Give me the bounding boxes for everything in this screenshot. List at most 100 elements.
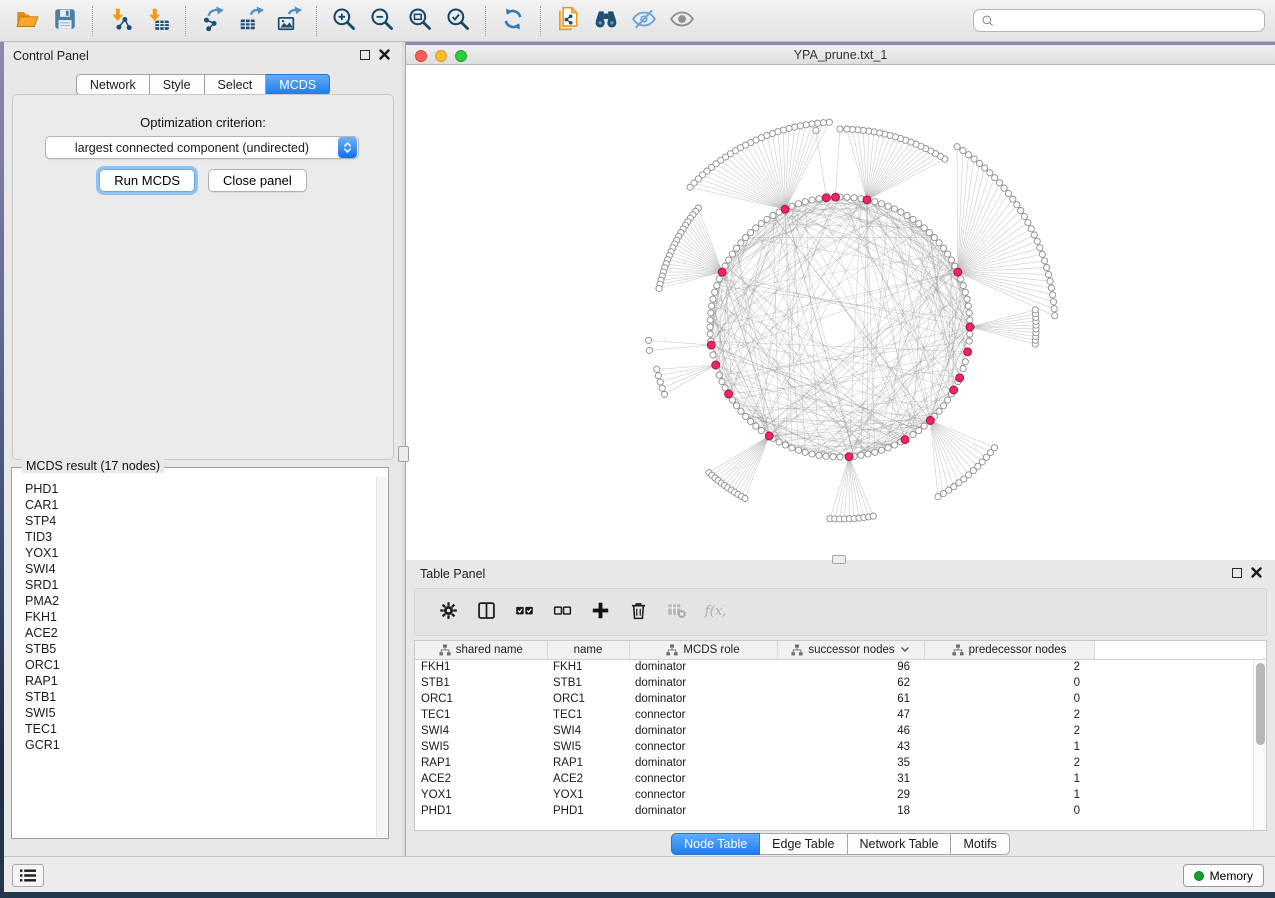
import-network-button[interactable]	[103, 4, 137, 38]
cell-predecessor-nodes[interactable]: 1	[924, 739, 1094, 755]
cell-successor-nodes[interactable]: 31	[777, 771, 924, 787]
table-row[interactable]: YOX1YOX1connector291	[415, 787, 1266, 803]
save-button[interactable]	[48, 4, 82, 38]
cell-predecessor-nodes[interactable]: 0	[924, 803, 1094, 819]
cell-successor-nodes[interactable]: 96	[777, 659, 924, 675]
cell-shared-name[interactable]: SWI5	[415, 739, 547, 755]
delete-row-button[interactable]	[623, 597, 653, 627]
cell-successor-nodes[interactable]: 61	[777, 691, 924, 707]
cell-MCDS-role[interactable]: dominator	[629, 755, 777, 771]
cell-shared-name[interactable]: FKH1	[415, 659, 547, 675]
table-row[interactable]: RAP1RAP1dominator352	[415, 755, 1266, 771]
cell-predecessor-nodes[interactable]: 1	[924, 771, 1094, 787]
cell-name[interactable]: ACE2	[547, 771, 629, 787]
gear-button[interactable]	[433, 597, 463, 627]
mcds-result-item[interactable]: ORC1	[25, 657, 376, 673]
cell-shared-name[interactable]: TEC1	[415, 707, 547, 723]
cell-name[interactable]: STB1	[547, 675, 629, 691]
share-document-button[interactable]	[551, 4, 585, 38]
mcds-result-item[interactable]: CAR1	[25, 497, 376, 513]
cell-MCDS-role[interactable]: connector	[629, 707, 777, 723]
memory-button[interactable]: Memory	[1183, 864, 1264, 887]
cell-shared-name[interactable]: YOX1	[415, 787, 547, 803]
mcds-result-item[interactable]: STP4	[25, 513, 376, 529]
tab-motifs[interactable]: Motifs	[951, 833, 1009, 855]
zoom-selected-button[interactable]	[441, 4, 475, 38]
cell-successor-nodes[interactable]: 62	[777, 675, 924, 691]
network-canvas[interactable]	[406, 65, 1275, 560]
cell-MCDS-role[interactable]: dominator	[629, 723, 777, 739]
float-table-panel-icon[interactable]	[1232, 568, 1242, 578]
column-header-successor-nodes[interactable]: successor nodes	[777, 641, 924, 659]
cell-name[interactable]: SWI5	[547, 739, 629, 755]
cell-successor-nodes[interactable]: 18	[777, 803, 924, 819]
open-folder-button[interactable]	[10, 4, 44, 38]
mcds-result-item[interactable]: GCR1	[25, 737, 376, 753]
status-menu-button[interactable]	[12, 864, 44, 887]
cell-MCDS-role[interactable]: connector	[629, 771, 777, 787]
cell-shared-name[interactable]: ACE2	[415, 771, 547, 787]
cell-MCDS-role[interactable]: connector	[629, 787, 777, 803]
close-table-panel-icon[interactable]	[1251, 567, 1262, 578]
mcds-result-item[interactable]: STB1	[25, 689, 376, 705]
find-binoculars-button[interactable]	[589, 4, 623, 38]
tab-edge-table[interactable]: Edge Table	[760, 833, 847, 855]
cell-name[interactable]: YOX1	[547, 787, 629, 803]
cell-name[interactable]: RAP1	[547, 755, 629, 771]
table-row[interactable]: STB1STB1dominator620	[415, 675, 1266, 691]
import-table-button[interactable]	[141, 4, 175, 38]
deselect-all-button[interactable]	[547, 597, 577, 627]
float-panel-icon[interactable]	[360, 50, 370, 60]
mcds-result-item[interactable]: STB5	[25, 641, 376, 657]
mcds-result-item[interactable]: PHD1	[25, 481, 376, 497]
column-header-name[interactable]: name	[547, 641, 629, 659]
cell-successor-nodes[interactable]: 43	[777, 739, 924, 755]
cell-name[interactable]: ORC1	[547, 691, 629, 707]
mcds-result-item[interactable]: PMA2	[25, 593, 376, 609]
column-manager-button[interactable]	[471, 597, 501, 627]
table-row[interactable]: SWI5SWI5connector431	[415, 739, 1266, 755]
cell-shared-name[interactable]: PHD1	[415, 803, 547, 819]
hide-labels-button[interactable]	[627, 4, 661, 38]
cell-name[interactable]: FKH1	[547, 659, 629, 675]
cell-successor-nodes[interactable]: 29	[777, 787, 924, 803]
cell-MCDS-role[interactable]: dominator	[629, 675, 777, 691]
tab-mcds[interactable]: MCDS	[266, 74, 330, 95]
table-row[interactable]: TEC1TEC1connector472	[415, 707, 1266, 723]
cell-MCDS-role[interactable]: dominator	[629, 803, 777, 819]
cell-predecessor-nodes[interactable]: 2	[924, 707, 1094, 723]
mcds-result-item[interactable]: TEC1	[25, 721, 376, 737]
table-scrollbar[interactable]	[1253, 660, 1266, 830]
vertical-splitter-grip[interactable]	[398, 446, 409, 462]
zoom-fit-button[interactable]	[403, 4, 437, 38]
cell-shared-name[interactable]: STB1	[415, 675, 547, 691]
optimization-criterion-select[interactable]: largest connected component (undirected)	[45, 136, 359, 159]
mcds-result-list[interactable]: PHD1CAR1STP4TID3YOX1SWI4SRD1PMA2FKH1ACE2…	[13, 477, 376, 837]
cell-successor-nodes[interactable]: 47	[777, 707, 924, 723]
cell-shared-name[interactable]: SWI4	[415, 723, 547, 739]
cell-predecessor-nodes[interactable]: 2	[924, 659, 1094, 675]
table-row[interactable]: ORC1ORC1dominator610	[415, 691, 1266, 707]
add-row-button[interactable]	[585, 597, 615, 627]
mcds-result-item[interactable]: ACE2	[25, 625, 376, 641]
run-mcds-button[interactable]: Run MCDS	[99, 169, 195, 192]
tab-select[interactable]: Select	[205, 74, 267, 95]
cell-MCDS-role[interactable]: dominator	[629, 691, 777, 707]
search-input[interactable]	[1000, 11, 1264, 30]
close-panel-icon[interactable]	[379, 49, 390, 60]
cell-successor-nodes[interactable]: 35	[777, 755, 924, 771]
export-image-button[interactable]	[272, 4, 306, 38]
export-table-button[interactable]	[234, 4, 268, 38]
mcds-result-item[interactable]: SWI4	[25, 561, 376, 577]
zoom-out-button[interactable]	[365, 4, 399, 38]
mcds-result-item[interactable]: TID3	[25, 529, 376, 545]
table-scrollbar-thumb[interactable]	[1256, 663, 1265, 745]
cell-name[interactable]: PHD1	[547, 803, 629, 819]
cell-shared-name[interactable]: RAP1	[415, 755, 547, 771]
column-header-predecessor-nodes[interactable]: predecessor nodes	[924, 641, 1094, 659]
cell-predecessor-nodes[interactable]: 2	[924, 723, 1094, 739]
mcds-result-item[interactable]: SWI5	[25, 705, 376, 721]
cell-name[interactable]: TEC1	[547, 707, 629, 723]
mcds-result-item[interactable]: SRD1	[25, 577, 376, 593]
column-header-shared-name[interactable]: shared name	[415, 641, 547, 659]
